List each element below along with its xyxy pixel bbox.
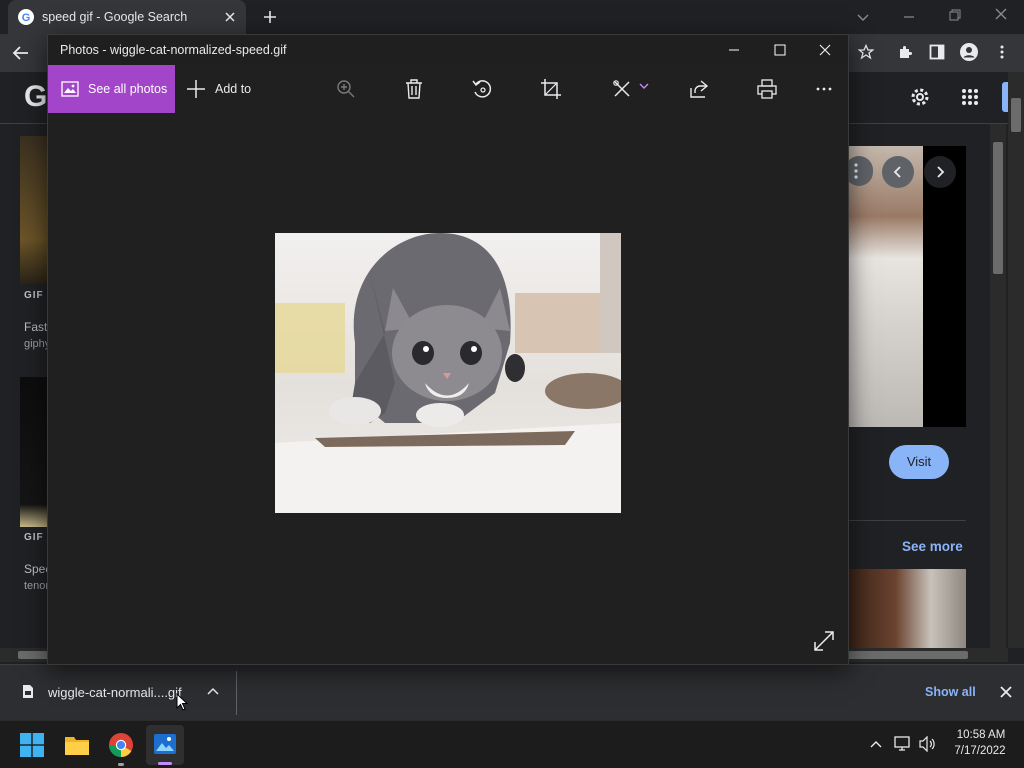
zoom-icon[interactable] <box>336 79 356 99</box>
file-icon <box>22 684 34 699</box>
download-bar: wiggle-cat-normali....gif Show all <box>0 664 1024 720</box>
back-arrow-icon[interactable] <box>12 44 30 62</box>
browser-tab[interactable]: G speed gif - Google Search <box>8 0 246 34</box>
download-options-chevron-icon[interactable] <box>206 685 220 699</box>
svg-text:G: G <box>22 12 31 24</box>
print-icon[interactable] <box>757 79 777 99</box>
chrome-taskbar-icon[interactable] <box>108 732 134 758</box>
displayed-gif-image[interactable] <box>275 233 621 513</box>
windows-start-icon[interactable] <box>20 733 44 757</box>
file-explorer-icon[interactable] <box>64 733 90 757</box>
volume-icon[interactable] <box>919 736 937 752</box>
photos-toolbar: See all photos Add to <box>48 65 848 113</box>
rotate-icon[interactable] <box>472 79 492 99</box>
see-more-link[interactable]: See more <box>902 539 963 554</box>
result-thumbnail[interactable] <box>20 377 48 527</box>
tab-close-icon[interactable] <box>224 11 236 23</box>
settings-gear-icon[interactable] <box>909 86 931 108</box>
profile-avatar-icon[interactable] <box>960 43 978 61</box>
extensions-puzzle-icon[interactable] <box>897 44 913 60</box>
new-tab-icon[interactable] <box>262 9 278 25</box>
google-favicon-icon: G <box>18 9 34 25</box>
add-to-button[interactable]: Add to <box>186 65 251 113</box>
tab-search-chevron-icon[interactable] <box>856 10 870 24</box>
photos-title-bar[interactable]: Photos - wiggle-cat-normalized-speed.gif <box>48 35 848 65</box>
divider <box>849 520 966 521</box>
google-logo[interactable]: G <box>24 80 47 114</box>
bookmark-star-icon[interactable] <box>858 44 874 60</box>
side-panel-icon[interactable] <box>929 44 945 60</box>
see-all-photos-button[interactable]: See all photos <box>48 65 175 113</box>
preview-image-frame <box>849 146 966 427</box>
more-options-icon[interactable] <box>816 87 832 91</box>
add-to-label: Add to <box>215 82 252 96</box>
related-image[interactable] <box>849 569 966 648</box>
show-hidden-icons-chevron-icon[interactable] <box>870 739 882 751</box>
windows-taskbar: 10:58 AM 7/17/2022 <box>0 720 1024 768</box>
show-all-downloads-link[interactable]: Show all <box>925 685 976 699</box>
chrome-restore-icon[interactable] <box>948 8 962 22</box>
browser-tab-strip: G speed gif - Google Search <box>0 0 1024 34</box>
photos-maximize-icon[interactable] <box>774 44 786 56</box>
photos-app-icon <box>153 732 177 756</box>
mouse-cursor-icon <box>176 693 188 711</box>
delete-trash-icon[interactable] <box>405 79 423 99</box>
result-source: tenor <box>24 580 50 592</box>
google-apps-grid-icon[interactable] <box>961 88 979 106</box>
clock-date[interactable]: 7/17/2022 <box>950 745 1010 757</box>
photo-gallery-icon <box>61 81 79 97</box>
result-thumbnail[interactable] <box>20 136 48 284</box>
edit-draw-icon[interactable] <box>612 79 632 99</box>
visit-button[interactable]: Visit <box>889 445 949 479</box>
network-icon[interactable] <box>894 736 912 752</box>
photos-window: Photos - wiggle-cat-normalized-speed.gif… <box>47 34 849 665</box>
scrollbar-thumb[interactable] <box>1011 98 1021 132</box>
result-title[interactable]: Fast <box>24 320 47 334</box>
tab-title: speed gif - Google Search <box>42 10 188 24</box>
chrome-close-icon[interactable] <box>994 7 1008 21</box>
page-scrollbar[interactable] <box>990 124 1006 648</box>
share-icon[interactable] <box>689 79 709 99</box>
expand-fullscreen-icon[interactable] <box>814 631 834 651</box>
photos-window-title: Photos - wiggle-cat-normalized-speed.gif <box>60 43 287 57</box>
running-indicator <box>118 763 124 766</box>
preview-prev-button[interactable] <box>882 156 914 188</box>
photos-taskbar-button[interactable] <box>146 725 184 765</box>
download-filename[interactable]: wiggle-cat-normali....gif <box>48 685 182 700</box>
window-scrollbar[interactable] <box>1008 72 1024 648</box>
plus-icon <box>186 79 206 99</box>
download-divider <box>236 671 237 715</box>
scrollbar-thumb[interactable] <box>993 142 1003 274</box>
crop-icon[interactable] <box>541 79 561 99</box>
active-indicator <box>158 762 172 765</box>
preview-next-button[interactable] <box>924 156 956 188</box>
preview-image[interactable] <box>849 146 923 427</box>
chrome-minimize-icon[interactable] <box>902 10 916 24</box>
edit-dropdown-chevron-icon[interactable] <box>639 82 649 90</box>
gif-badge: GIF <box>24 532 44 543</box>
chrome-menu-icon[interactable] <box>998 44 1006 60</box>
photos-minimize-icon[interactable] <box>728 44 740 56</box>
preview-more-button[interactable] <box>845 156 873 186</box>
close-download-bar-icon[interactable] <box>1000 686 1012 698</box>
gif-badge: GIF <box>24 290 44 301</box>
see-all-photos-label: See all photos <box>88 82 168 96</box>
clock-time[interactable]: 10:58 AM <box>955 729 1007 741</box>
photos-close-icon[interactable] <box>819 44 831 56</box>
